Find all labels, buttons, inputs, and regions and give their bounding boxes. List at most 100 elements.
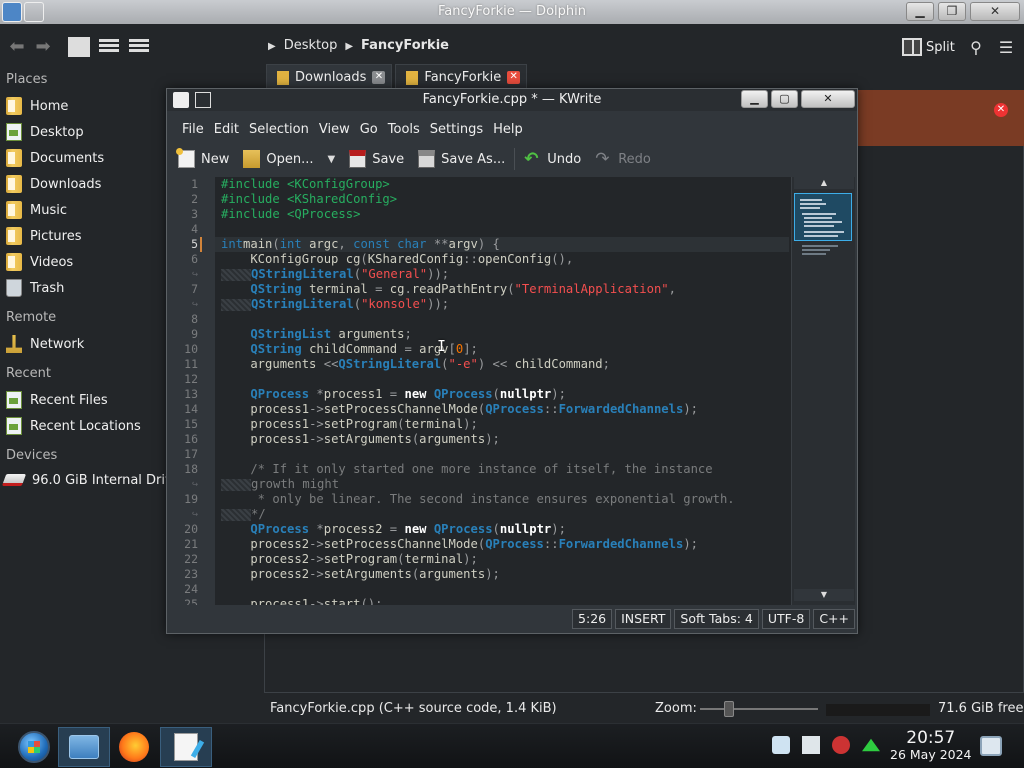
- tab-downloads[interactable]: Downloads ✕: [266, 64, 393, 90]
- redo-icon: ↷: [595, 149, 610, 169]
- close-tab-icon[interactable]: ✕: [507, 71, 521, 84]
- scroll-up-arrow-icon[interactable]: ▲: [794, 177, 854, 189]
- zoom-slider[interactable]: [700, 708, 818, 710]
- code-line[interactable]: QProcess *process2 = new QProcess(nullpt…: [221, 522, 566, 537]
- app-menu-icon[interactable]: [2, 2, 22, 22]
- close-tab-icon[interactable]: ✕: [372, 71, 386, 84]
- back-arrow-icon[interactable]: ⬅: [6, 36, 28, 58]
- code-line[interactable]: QString terminal = cg.readPathEntry("Ter…: [221, 282, 676, 297]
- breadcrumb-fancyforkie[interactable]: FancyForkie: [361, 38, 449, 55]
- close-message-icon[interactable]: ✕: [994, 103, 1008, 117]
- code-line[interactable]: #include <KConfigGroup>: [221, 177, 390, 192]
- task-dolphin[interactable]: [58, 727, 110, 767]
- encoding-setting[interactable]: UTF-8: [761, 609, 811, 629]
- minimize-button[interactable]: ▁: [906, 2, 934, 21]
- scroll-down-arrow-icon[interactable]: ▼: [794, 589, 854, 601]
- menu-edit[interactable]: Edit: [209, 119, 244, 141]
- menu-file[interactable]: File: [177, 119, 209, 141]
- keep-above-icon[interactable]: [195, 92, 211, 108]
- close-button[interactable]: ✕: [801, 90, 855, 108]
- compact-view-icon[interactable]: [98, 37, 120, 57]
- notifications-icon[interactable]: [802, 736, 820, 754]
- place-home[interactable]: Home: [6, 95, 68, 117]
- clock[interactable]: 20:57 26 May 2024: [890, 728, 972, 762]
- code-line[interactable]: QStringList arguments;: [221, 327, 411, 342]
- place-internal-drive[interactable]: 96.0 GiB Internal Drive: [1, 469, 181, 491]
- line-number-gutter: 1 2 3 4 5 6 ↪ 7 ↪ 8 9 10 11 12 13 14 15 …: [171, 177, 215, 605]
- editor-area[interactable]: 1 2 3 4 5 6 ↪ 7 ↪ 8 9 10 11 12 13 14 15 …: [171, 177, 855, 605]
- place-label: Music: [30, 202, 67, 218]
- dolphin-window-title: FancyForkie — Dolphin: [438, 4, 586, 19]
- updates-icon[interactable]: [862, 738, 880, 752]
- minimize-button[interactable]: ▁: [741, 90, 768, 108]
- place-recent-files[interactable]: Recent Files: [6, 389, 108, 411]
- menu-tools[interactable]: Tools: [383, 119, 425, 141]
- menu-view[interactable]: View: [314, 119, 355, 141]
- details-view-icon[interactable]: [128, 37, 150, 57]
- code-line[interactable]: process1->setArguments(arguments);: [221, 432, 500, 447]
- place-music[interactable]: Music: [6, 199, 67, 221]
- code-line[interactable]: process1->setProcessChannelMode(QProcess…: [221, 402, 698, 417]
- code-line[interactable]: KConfigGroup cg(KSharedConfig::openConfi…: [221, 252, 573, 267]
- undo-button[interactable]: ↶ Undo: [517, 145, 588, 173]
- maximize-button[interactable]: ▢: [771, 90, 798, 108]
- cursor-position[interactable]: 5:26: [572, 609, 613, 629]
- input-mode[interactable]: INSERT: [615, 609, 672, 629]
- place-network[interactable]: Network: [6, 333, 84, 355]
- code-line[interactable]: arguments <<QStringLiteral("-e") << chil…: [221, 357, 610, 372]
- show-desktop-icon[interactable]: [980, 736, 1002, 756]
- code-line[interactable]: * only be linear. The second instance en…: [221, 492, 735, 507]
- open-button[interactable]: Open... ▼: [236, 145, 342, 173]
- save-as-button[interactable]: Save As...: [411, 145, 512, 173]
- code-line[interactable]: intmain(int argc, const char **argv) {: [221, 237, 500, 252]
- redo-button[interactable]: ↷ Redo: [588, 145, 658, 173]
- menu-help[interactable]: Help: [488, 119, 528, 141]
- zoom-slider-handle[interactable]: [724, 701, 734, 717]
- code-line[interactable]: QStringLiteral("konsole"));: [221, 297, 449, 312]
- tab-fancyforkie[interactable]: FancyForkie ✕: [395, 64, 528, 90]
- indentation-setting[interactable]: Soft Tabs: 4: [674, 609, 759, 629]
- code-line[interactable]: */: [221, 507, 266, 522]
- menu-go[interactable]: Go: [355, 119, 383, 141]
- save-button[interactable]: Save: [342, 145, 411, 173]
- place-recent-locations[interactable]: Recent Locations: [6, 415, 141, 437]
- hamburger-menu-icon[interactable]: ☰: [996, 38, 1016, 58]
- place-pictures[interactable]: Pictures: [6, 225, 81, 247]
- task-kwrite[interactable]: [160, 727, 212, 767]
- place-documents[interactable]: Documents: [6, 147, 104, 169]
- code-line[interactable]: #include <QProcess>: [221, 207, 360, 222]
- menu-selection[interactable]: Selection: [244, 119, 314, 141]
- breadcrumb-desktop[interactable]: Desktop: [284, 38, 338, 55]
- code-line[interactable]: process1->setProgram(terminal);: [221, 417, 478, 432]
- network-disconnected-icon[interactable]: [832, 736, 850, 754]
- code-line[interactable]: #include <KSharedConfig>: [221, 192, 397, 207]
- search-icon[interactable]: ⚲: [966, 38, 986, 58]
- close-button[interactable]: ✕: [970, 2, 1020, 21]
- place-videos[interactable]: Videos: [6, 251, 73, 273]
- code-line[interactable]: QStringLiteral("General"));: [221, 267, 449, 282]
- code-line[interactable]: process2->setProgram(terminal);: [221, 552, 478, 567]
- code-line[interactable]: process2->setArguments(arguments);: [221, 567, 500, 582]
- minimap-scrollbar[interactable]: ▲ ▼: [791, 177, 855, 605]
- forward-arrow-icon[interactable]: ➡: [32, 36, 54, 58]
- split-button[interactable]: Split: [902, 36, 955, 58]
- code-line[interactable]: QProcess *process1 = new QProcess(nullpt…: [221, 387, 566, 402]
- new-button[interactable]: New: [171, 145, 236, 173]
- syntax-mode[interactable]: C++: [813, 609, 855, 629]
- keep-above-icon[interactable]: [24, 2, 44, 22]
- code-line[interactable]: process1->start();: [221, 597, 382, 605]
- code-line[interactable]: process2->setProcessChannelMode(QProcess…: [221, 537, 698, 552]
- maximize-button[interactable]: ❐: [938, 2, 966, 21]
- code-line[interactable]: growth might: [221, 477, 339, 492]
- start-menu-button[interactable]: [8, 727, 60, 767]
- chevron-down-icon[interactable]: ▼: [327, 154, 335, 165]
- icons-view-icon[interactable]: [68, 37, 90, 57]
- place-downloads[interactable]: Downloads: [6, 173, 101, 195]
- clipboard-icon[interactable]: [772, 736, 790, 754]
- menu-settings[interactable]: Settings: [425, 119, 488, 141]
- kwrite-app-icon[interactable]: [173, 92, 189, 108]
- place-trash[interactable]: Trash: [6, 277, 64, 299]
- task-firefox[interactable]: [108, 727, 160, 767]
- place-desktop[interactable]: Desktop: [6, 121, 84, 143]
- code-line[interactable]: /* If it only started one more instance …: [221, 462, 712, 477]
